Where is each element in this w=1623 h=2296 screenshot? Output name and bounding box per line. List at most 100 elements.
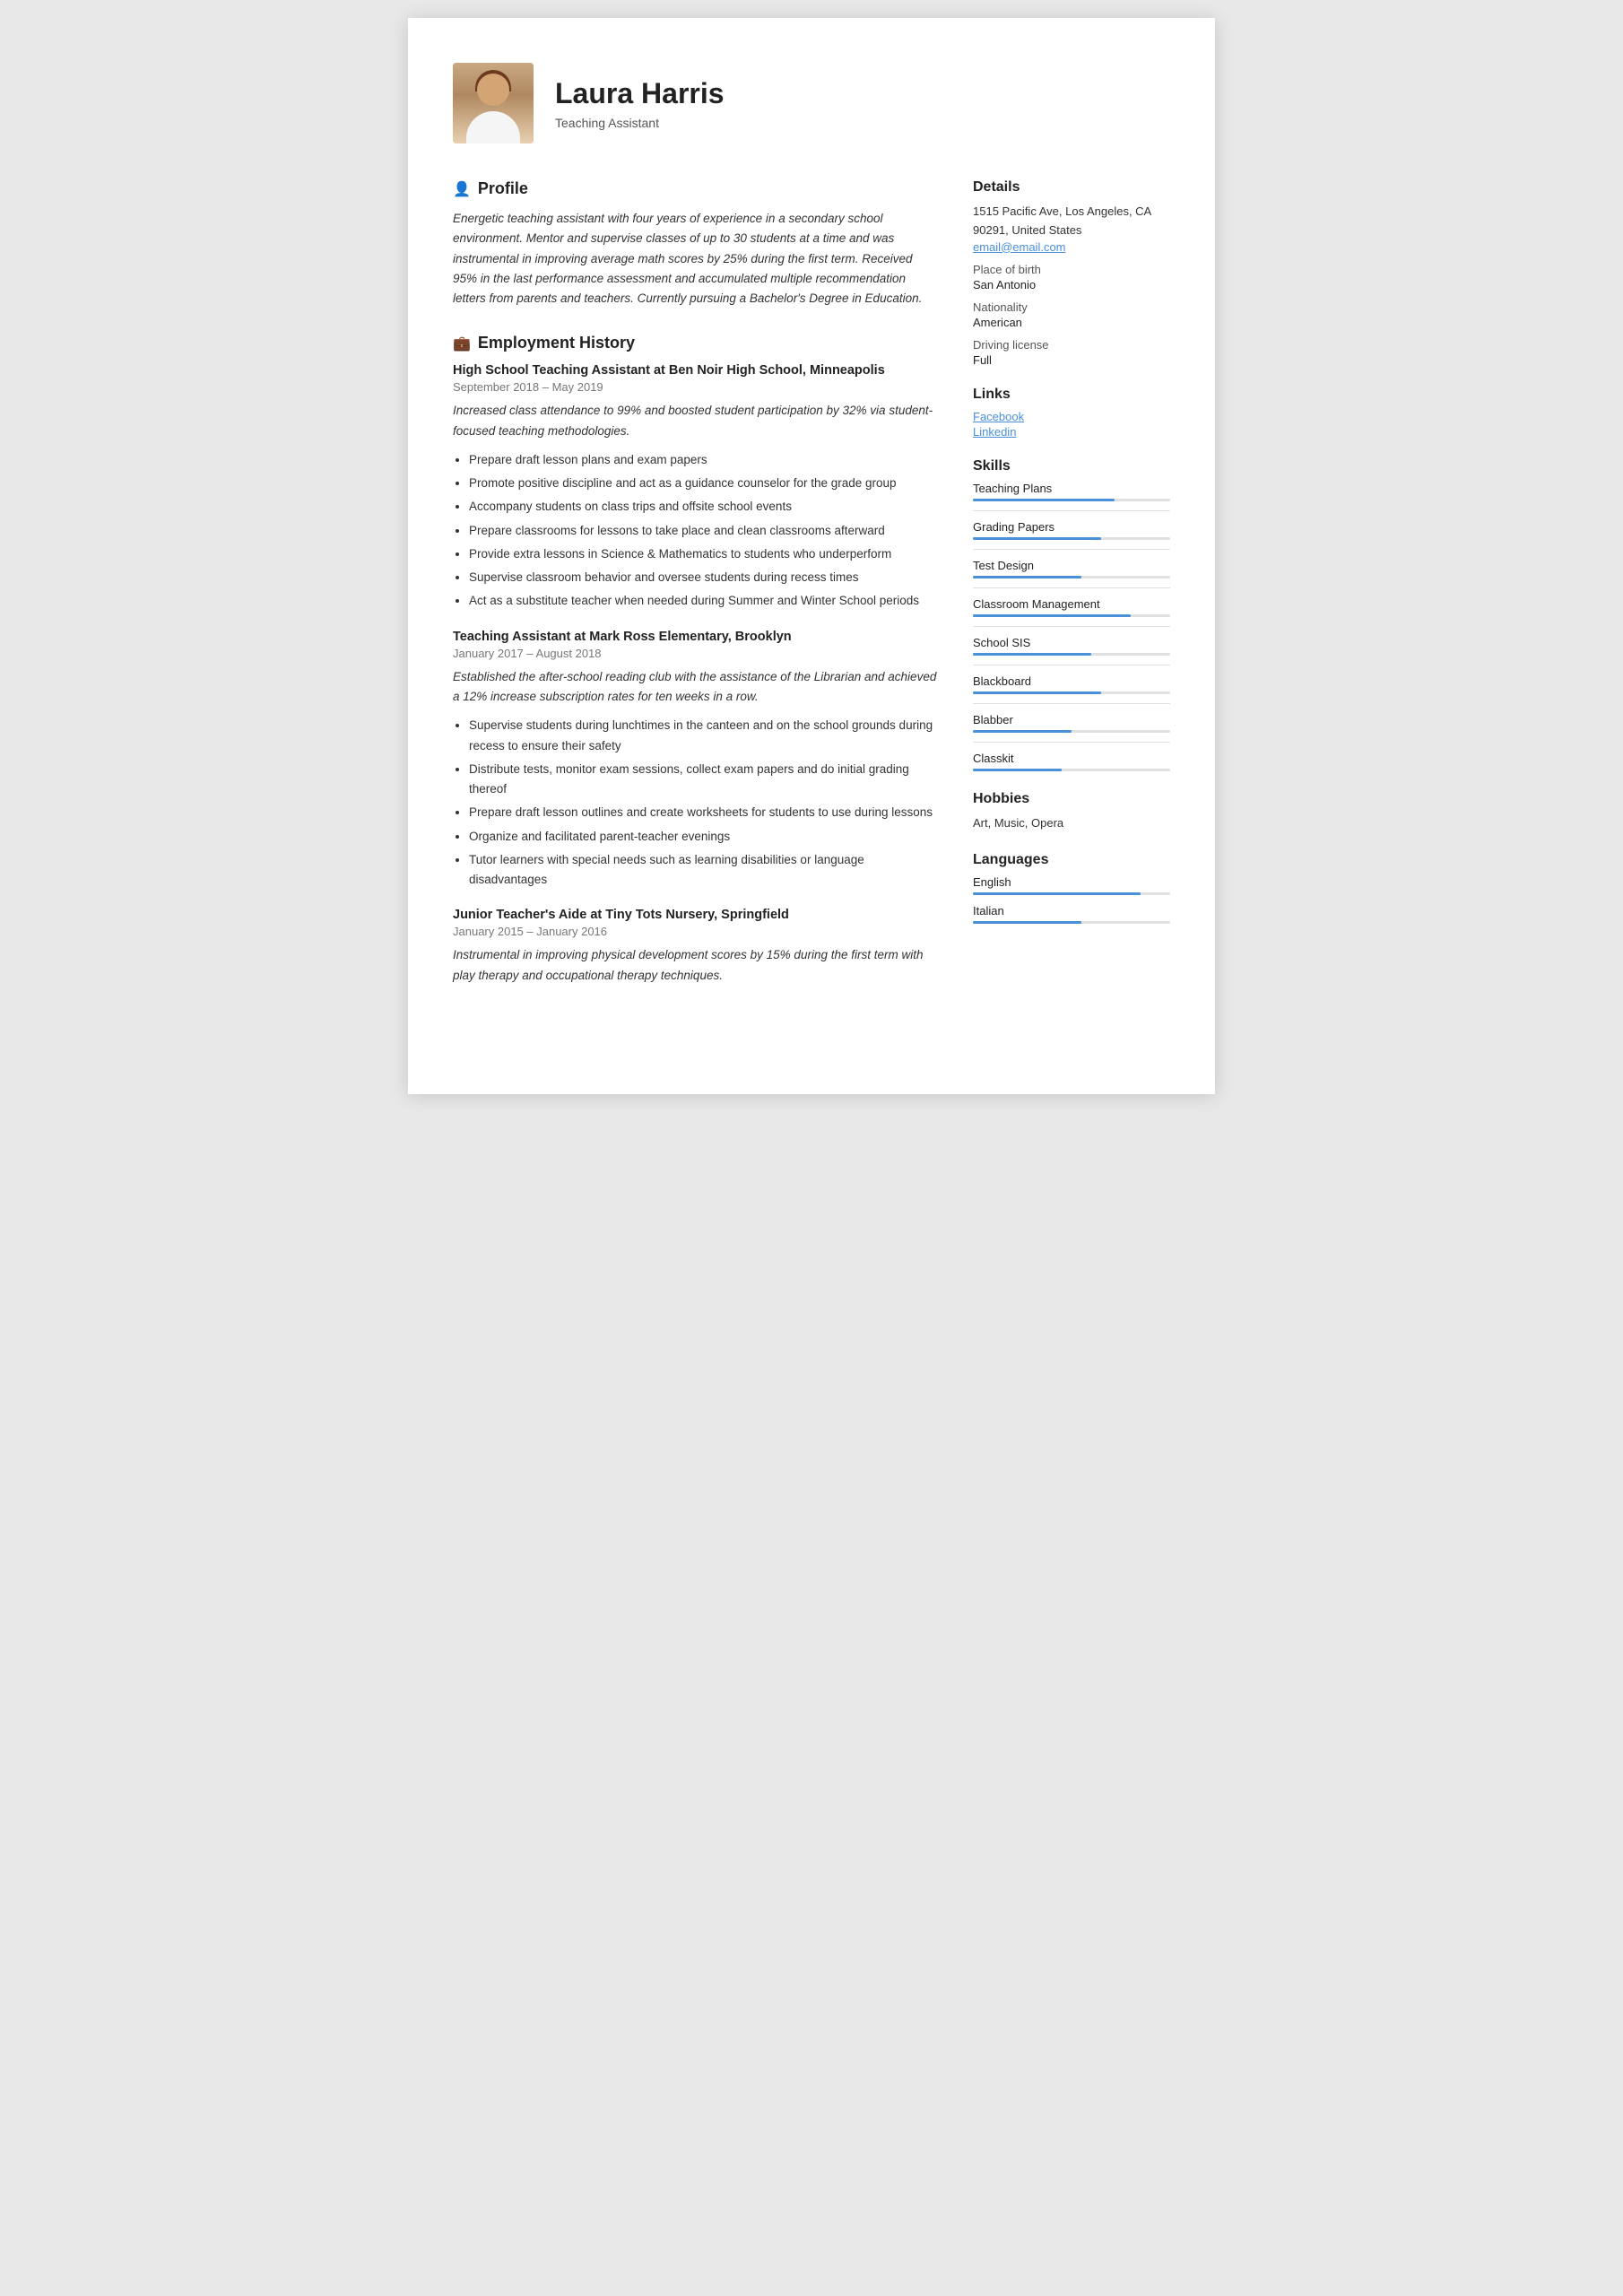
bullet-item: Prepare draft lesson plans and exam pape… [469,450,937,470]
bullet-item: Tutor learners with special needs such a… [469,850,937,891]
lang-bar-bg-0 [973,892,1170,895]
details-title: Details [973,179,1170,196]
skill-item-6: Blabber [973,713,1170,733]
skill-divider [973,587,1170,588]
skill-bar-fill-0 [973,499,1115,501]
skill-item-4: School SIS [973,636,1170,656]
skill-name-4: School SIS [973,636,1170,649]
profile-text: Energetic teaching assistant with four y… [453,209,937,309]
job-title-1: High School Teaching Assistant at Ben No… [453,363,937,378]
lang-item-0: English [973,875,1170,895]
bullet-item: Supervise classroom behavior and oversee… [469,568,937,587]
profile-section-title: 👤 Profile [453,179,937,198]
job-dates-3: January 2015 – January 2016 [453,925,937,938]
skill-bar-fill-4 [973,653,1091,656]
driving-license-value: Full [973,353,1170,367]
details-section: Details 1515 Pacific Ave, Los Angeles, C… [973,179,1170,367]
skill-item-7: Classkit [973,752,1170,771]
body-layout: 👤 Profile Energetic teaching assistant w… [453,179,1170,1011]
place-of-birth-value: San Antonio [973,278,1170,291]
bullet-item: Accompany students on class trips and of… [469,497,937,517]
bullet-item: Promote positive discipline and act as a… [469,474,937,493]
left-column: 👤 Profile Energetic teaching assistant w… [453,179,937,1011]
lang-name-0: English [973,875,1170,889]
job-title-2: Teaching Assistant at Mark Ross Elementa… [453,630,937,644]
right-column: Details 1515 Pacific Ave, Los Angeles, C… [973,179,1170,1011]
driving-license-label: Driving license [973,338,1170,352]
skill-bar-bg-3 [973,614,1170,617]
skill-name-3: Classroom Management [973,597,1170,611]
job-block-3: Junior Teacher's Aide at Tiny Tots Nurse… [453,908,937,986]
header-text: Laura Harris Teaching Assistant [555,77,725,130]
hobbies-title: Hobbies [973,791,1170,807]
link-linkedin[interactable]: Linkedin [973,425,1170,439]
candidate-title: Teaching Assistant [555,116,725,130]
bullet-item: Provide extra lessons in Science & Mathe… [469,544,937,564]
links-section: Links Facebook Linkedin [973,387,1170,439]
job-block-2: Teaching Assistant at Mark Ross Elementa… [453,630,937,891]
resume-container: Laura Harris Teaching Assistant 👤 Profil… [408,18,1215,1094]
bullet-item: Organize and facilitated parent-teacher … [469,827,937,847]
job-block-1: High School Teaching Assistant at Ben No… [453,363,937,611]
skill-bar-bg-1 [973,537,1170,540]
skill-bar-bg-0 [973,499,1170,501]
skill-name-5: Blackboard [973,674,1170,688]
skill-name-0: Teaching Plans [973,482,1170,495]
skill-bar-fill-3 [973,614,1131,617]
bullet-item: Act as a substitute teacher when needed … [469,591,937,611]
employment-section-title: 💼 Employment History [453,334,937,352]
skill-item-0: Teaching Plans [973,482,1170,501]
link-facebook[interactable]: Facebook [973,410,1170,423]
skill-bar-bg-2 [973,576,1170,578]
skill-bar-bg-4 [973,653,1170,656]
skill-divider [973,510,1170,511]
job-dates-1: September 2018 – May 2019 [453,380,937,394]
skill-divider [973,703,1170,704]
lang-bar-bg-1 [973,921,1170,924]
lang-bar-fill-1 [973,921,1081,924]
bullet-item: Distribute tests, monitor exam sessions,… [469,760,937,800]
skill-bar-fill-7 [973,769,1062,771]
place-of-birth-label: Place of birth [973,263,1170,276]
nationality-label: Nationality [973,300,1170,314]
job-bullets-1: Prepare draft lesson plans and exam pape… [469,450,937,612]
lang-bar-fill-0 [973,892,1141,895]
details-address: 1515 Pacific Ave, Los Angeles, CA 90291,… [973,203,1170,240]
skills-section: Skills Teaching Plans Grading Papers [973,458,1170,771]
profile-section: 👤 Profile Energetic teaching assistant w… [453,179,937,309]
skill-name-6: Blabber [973,713,1170,726]
skill-bar-fill-6 [973,730,1072,733]
avatar [453,63,534,144]
skill-item-3: Classroom Management [973,597,1170,617]
bullet-item: Prepare classrooms for lessons to take p… [469,521,937,541]
job-title-3: Junior Teacher's Aide at Tiny Tots Nurse… [453,908,937,922]
skill-bar-fill-1 [973,537,1101,540]
lang-item-1: Italian [973,904,1170,924]
skill-bar-bg-7 [973,769,1170,771]
skill-bar-bg-6 [973,730,1170,733]
header: Laura Harris Teaching Assistant [453,63,1170,144]
skill-name-7: Classkit [973,752,1170,765]
skill-divider [973,742,1170,743]
details-email[interactable]: email@email.com [973,240,1170,254]
links-title: Links [973,387,1170,403]
languages-title: Languages [973,852,1170,868]
lang-name-1: Italian [973,904,1170,918]
job-bullets-2: Supervise students during lunchtimes in … [469,716,937,890]
bullet-item: Supervise students during lunchtimes in … [469,716,937,756]
employment-icon: 💼 [453,335,471,352]
languages-section: Languages English Italian [973,852,1170,924]
skill-name-2: Test Design [973,559,1170,572]
skill-bar-fill-2 [973,576,1081,578]
skill-bar-bg-5 [973,691,1170,694]
nationality-value: American [973,316,1170,329]
job-dates-2: January 2017 – August 2018 [453,647,937,660]
job-desc-1: Increased class attendance to 99% and bo… [453,401,937,441]
profile-icon: 👤 [453,180,471,198]
bullet-item: Prepare draft lesson outlines and create… [469,803,937,822]
skills-title: Skills [973,458,1170,474]
candidate-name: Laura Harris [555,77,725,110]
hobbies-text: Art, Music, Opera [973,814,1170,833]
skill-bar-fill-5 [973,691,1101,694]
skill-divider [973,626,1170,627]
